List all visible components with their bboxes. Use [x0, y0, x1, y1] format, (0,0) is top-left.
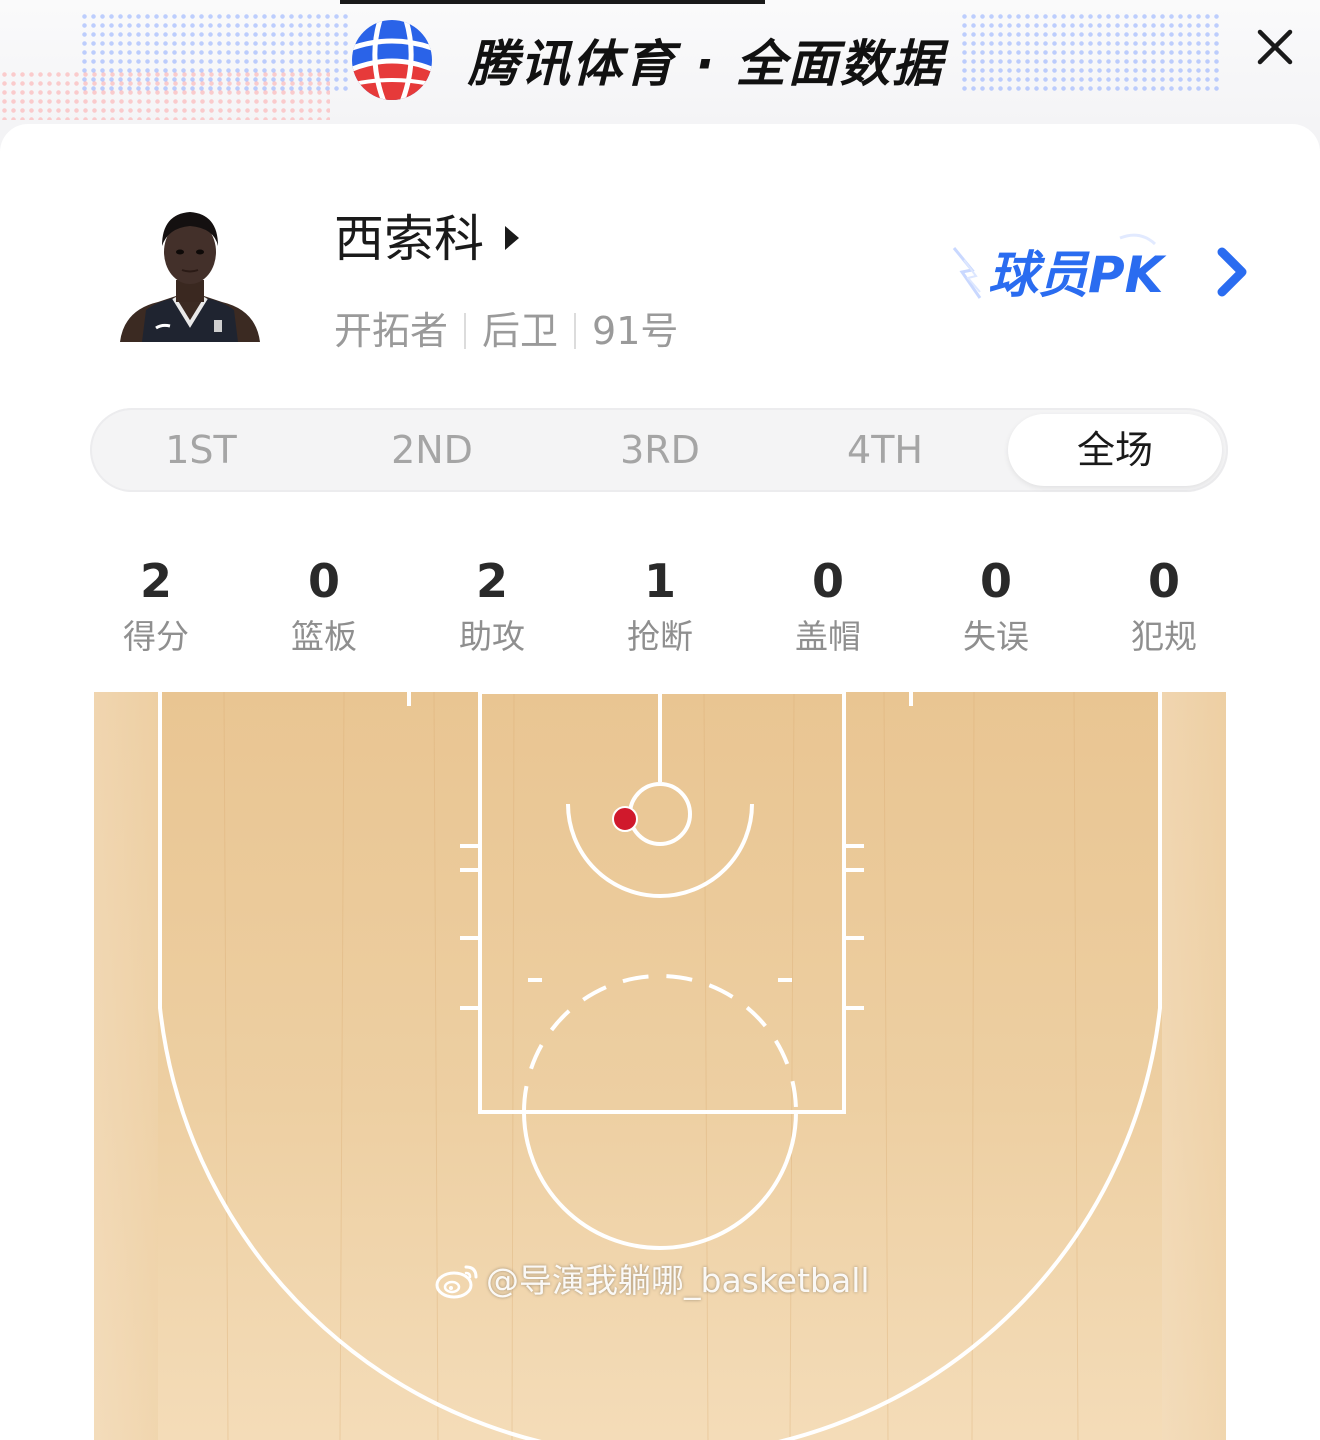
stat-turnovers: 0 失误 — [931, 552, 1061, 662]
watermark: @导演我躺哪_basketball — [434, 1258, 870, 1304]
player-meta: 开拓者 后卫 91号 — [334, 306, 678, 356]
top-strip — [340, 0, 765, 4]
player-stats-card: 西索科 开拓者 后卫 91号 球员PK 1ST 2ND 3RD 4TH 全场 2… — [0, 124, 1320, 1440]
stat-blocks: 0 盖帽 — [763, 552, 893, 662]
chevron-right-icon — [1217, 247, 1247, 297]
stat-value: 0 — [1147, 554, 1180, 608]
tab-full-game[interactable]: 全场 — [1008, 414, 1222, 486]
stat-value: 0 — [979, 554, 1012, 608]
court-floor — [94, 692, 1226, 1440]
stat-label: 犯规 — [1131, 617, 1197, 656]
header-title: 腾讯体育 · 全面数据 — [468, 35, 944, 93]
stat-label: 得分 — [123, 617, 189, 656]
stat-value: 2 — [139, 554, 172, 608]
tab-3rd[interactable]: 3RD — [546, 408, 774, 492]
header-decor-dots-left-red — [0, 70, 330, 120]
stat-label: 抢断 — [627, 617, 693, 656]
stat-points: 2 得分 — [91, 552, 221, 662]
player-position: 后卫 — [482, 309, 559, 353]
header-decor-dots-right — [960, 12, 1220, 92]
stat-label: 篮板 — [291, 617, 357, 656]
stat-steals: 1 抢断 — [595, 552, 725, 662]
tab-4th[interactable]: 4TH — [774, 408, 996, 492]
weibo-icon — [435, 1265, 478, 1299]
stat-label: 失误 — [963, 617, 1029, 656]
header-bar: 腾讯体育 · 全面数据 — [0, 0, 1320, 130]
period-tabs: 1ST 2ND 3RD 4TH 全场 — [90, 408, 1228, 492]
watermark-text: @导演我躺哪_basketball — [486, 1261, 870, 1300]
player-team: 开拓者 — [334, 309, 449, 353]
player-number: 91号 — [592, 309, 679, 353]
player-name-link[interactable]: 西索科 — [334, 208, 484, 270]
stat-label: 助攻 — [459, 617, 525, 656]
player-avatar — [120, 212, 260, 342]
stat-assists: 2 助攻 — [427, 552, 557, 662]
stat-value: 2 — [475, 554, 508, 608]
stat-value: 1 — [643, 554, 676, 608]
pk-label: 球员PK — [988, 246, 1167, 304]
stat-fouls: 0 犯规 — [1099, 552, 1229, 662]
meta-divider — [464, 313, 467, 349]
stat-rebounds: 0 篮板 — [259, 552, 389, 662]
shot-chart-court — [94, 692, 1226, 1440]
tab-2nd[interactable]: 2ND — [318, 408, 546, 492]
stat-value: 0 — [811, 554, 844, 608]
meta-divider — [574, 313, 577, 349]
stat-label: 盖帽 — [795, 617, 861, 656]
stat-value: 0 — [307, 554, 340, 608]
close-icon[interactable] — [1252, 24, 1298, 70]
player-pk-button[interactable]: 球员PK — [950, 230, 1254, 310]
shot-marker-made[interactable] — [612, 806, 638, 832]
tencent-sports-logo-icon — [352, 20, 432, 100]
caret-right-icon[interactable] — [505, 226, 519, 250]
tab-1st[interactable]: 1ST — [90, 408, 312, 492]
